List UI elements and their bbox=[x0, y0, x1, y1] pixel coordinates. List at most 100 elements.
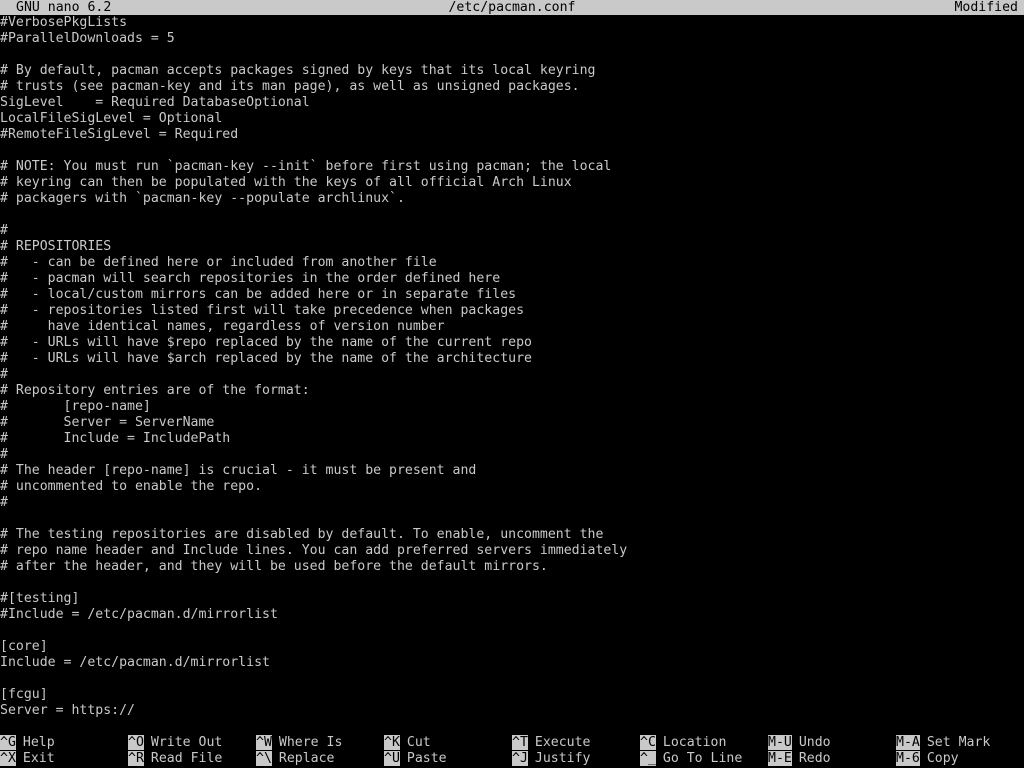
shortcut-read-file[interactable]: ^R Read File bbox=[128, 751, 222, 767]
shortcut-key: M-A bbox=[896, 735, 920, 750]
editor-line[interactable] bbox=[0, 511, 1024, 527]
editor-line[interactable]: #VerbosePkgLists bbox=[0, 15, 1024, 31]
editor-line[interactable]: # NOTE: You must run `pacman-key --init`… bbox=[0, 159, 1024, 175]
shortcut-where-is[interactable]: ^W Where Is bbox=[256, 735, 342, 751]
editor-line[interactable] bbox=[0, 575, 1024, 591]
shortcut-location[interactable]: ^C Location bbox=[640, 735, 726, 751]
shortcut-label: Execute bbox=[534, 735, 591, 750]
shortcut-key: ^G bbox=[0, 735, 16, 750]
editor-line[interactable]: LocalFileSigLevel = Optional bbox=[0, 111, 1024, 127]
shortcut-key: ^\ bbox=[256, 751, 272, 766]
editor-line[interactable] bbox=[0, 207, 1024, 223]
shortcut-label: Copy bbox=[926, 751, 959, 766]
shortcut-label: Replace bbox=[278, 751, 335, 766]
editor-line[interactable]: # Include = IncludePath bbox=[0, 431, 1024, 447]
shortcut-go-to-line[interactable]: ^_ Go To Line bbox=[640, 751, 742, 767]
shortcut-copy[interactable]: M-6 Copy bbox=[896, 751, 959, 767]
editor-line[interactable]: # uncommented to enable the repo. bbox=[0, 479, 1024, 495]
shortcut-label: Undo bbox=[798, 735, 831, 750]
shortcut-label: Set Mark bbox=[926, 735, 991, 750]
editor-line[interactable]: # bbox=[0, 447, 1024, 463]
shortcut-row-1: ^G Help ^O Write Out ^W Where Is ^K Cut ^T Execut… bbox=[0, 735, 1024, 751]
editor-line[interactable]: # The testing repositories are disabled … bbox=[0, 527, 1024, 543]
editor-line[interactable]: # By default, pacman accepts packages si… bbox=[0, 63, 1024, 79]
shortcut-set-mark[interactable]: M-A Set Mark bbox=[896, 735, 990, 751]
editor-line[interactable] bbox=[0, 143, 1024, 159]
shortcut-key: ^R bbox=[128, 751, 144, 766]
editor-line[interactable]: #ParallelDownloads = 5 bbox=[0, 31, 1024, 47]
editor-line[interactable]: # REPOSITORIES bbox=[0, 239, 1024, 255]
modified-status: Modified bbox=[954, 0, 1018, 15]
shortcut-cut[interactable]: ^K Cut bbox=[384, 735, 431, 751]
editor-line[interactable]: # [repo-name] bbox=[0, 399, 1024, 415]
editor-line[interactable] bbox=[0, 623, 1024, 639]
editor-line[interactable]: # - pacman will search repositories in t… bbox=[0, 271, 1024, 287]
shortcut-justify[interactable]: ^J Justify bbox=[512, 751, 590, 767]
editor-line[interactable]: # packagers with `pacman-key --populate … bbox=[0, 191, 1024, 207]
shortcut-label: Redo bbox=[798, 751, 831, 766]
editor-line[interactable]: # - local/custom mirrors can be added he… bbox=[0, 287, 1024, 303]
shortcut-label: Justify bbox=[534, 751, 591, 766]
shortcut-help[interactable]: ^G Help bbox=[0, 735, 55, 751]
title-bar: /etc/pacman.conf GNU nano 6.2 Modified bbox=[0, 0, 1024, 15]
editor-line[interactable]: # bbox=[0, 495, 1024, 511]
editor-line[interactable]: # have identical names, regardless of ve… bbox=[0, 319, 1024, 335]
shortcut-row-2: ^X Exit ^R Read File ^\ Replace ^U Paste ^J Justi… bbox=[0, 751, 1024, 767]
shortcut-key: M-6 bbox=[896, 751, 920, 766]
shortcut-key: ^_ bbox=[640, 751, 656, 766]
shortcut-label: Help bbox=[22, 735, 55, 750]
shortcut-key: ^O bbox=[128, 735, 144, 750]
editor-line[interactable]: Server = https:// bbox=[0, 703, 1024, 719]
shortcut-label: Where Is bbox=[278, 735, 343, 750]
editor-line[interactable]: # repo name header and Include lines. Yo… bbox=[0, 543, 1024, 559]
shortcut-bar: ^G Help ^O Write Out ^W Where Is ^K Cut ^T Execut… bbox=[0, 735, 1024, 768]
shortcut-label: Go To Line bbox=[662, 751, 743, 766]
file-name: /etc/pacman.conf bbox=[448, 0, 576, 15]
shortcut-exit[interactable]: ^X Exit bbox=[0, 751, 55, 767]
editor-line[interactable]: SigLevel = Required DatabaseOptional bbox=[0, 95, 1024, 111]
editor-line[interactable]: # - can be defined here or included from… bbox=[0, 255, 1024, 271]
shortcut-label: Exit bbox=[22, 751, 55, 766]
editor-line[interactable]: # - URLs will have $arch replaced by the… bbox=[0, 351, 1024, 367]
shortcut-label: Cut bbox=[406, 735, 431, 750]
editor-line[interactable]: # Server = ServerName bbox=[0, 415, 1024, 431]
editor-line[interactable]: # - repositories listed first will take … bbox=[0, 303, 1024, 319]
app-name: GNU nano 6.2 bbox=[16, 0, 112, 15]
editor-line[interactable]: # trusts (see pacman-key and its man pag… bbox=[0, 79, 1024, 95]
shortcut-key: ^C bbox=[640, 735, 656, 750]
editor-line[interactable]: #[testing] bbox=[0, 591, 1024, 607]
shortcut-write-out[interactable]: ^O Write Out bbox=[128, 735, 222, 751]
shortcut-redo[interactable]: M-E Redo bbox=[768, 751, 831, 767]
editor-line[interactable] bbox=[0, 671, 1024, 687]
editor-line[interactable]: # - URLs will have $repo replaced by the… bbox=[0, 335, 1024, 351]
editor-line[interactable]: #Include = /etc/pacman.d/mirrorlist bbox=[0, 607, 1024, 623]
shortcut-replace[interactable]: ^\ Replace bbox=[256, 751, 334, 767]
shortcut-label: Location bbox=[662, 735, 727, 750]
shortcut-key: ^U bbox=[384, 751, 400, 766]
editor-line[interactable]: #RemoteFileSigLevel = Required bbox=[0, 127, 1024, 143]
shortcut-label: Paste bbox=[406, 751, 447, 766]
shortcut-key: M-E bbox=[768, 751, 792, 766]
shortcut-key: ^T bbox=[512, 735, 528, 750]
shortcut-label: Read File bbox=[150, 751, 223, 766]
editor-line[interactable]: # keyring can then be populated with the… bbox=[0, 175, 1024, 191]
editor-line[interactable]: [fcgu] bbox=[0, 687, 1024, 703]
shortcut-key: ^J bbox=[512, 751, 528, 766]
shortcut-undo[interactable]: M-U Undo bbox=[768, 735, 831, 751]
shortcut-key: ^X bbox=[0, 751, 16, 766]
editor-line[interactable]: # after the header, and they will be use… bbox=[0, 559, 1024, 575]
editor-line[interactable]: # bbox=[0, 223, 1024, 239]
shortcut-key: ^K bbox=[384, 735, 400, 750]
editor-line[interactable]: # The header [repo-name] is crucial - it… bbox=[0, 463, 1024, 479]
editor-line[interactable]: Include = /etc/pacman.d/mirrorlist bbox=[0, 655, 1024, 671]
shortcut-execute[interactable]: ^T Execute bbox=[512, 735, 590, 751]
shortcut-label: Write Out bbox=[150, 735, 223, 750]
shortcut-key: M-U bbox=[768, 735, 792, 750]
editor-line[interactable]: [core] bbox=[0, 639, 1024, 655]
editor-line[interactable]: # bbox=[0, 367, 1024, 383]
shortcut-paste[interactable]: ^U Paste bbox=[384, 751, 447, 767]
shortcut-key: ^W bbox=[256, 735, 272, 750]
editor-line[interactable]: # Repository entries are of the format: bbox=[0, 383, 1024, 399]
editor-line[interactable] bbox=[0, 47, 1024, 63]
text-editor-area[interactable]: #VerbosePkgLists #ParallelDownloads = 5 # … bbox=[0, 15, 1024, 720]
